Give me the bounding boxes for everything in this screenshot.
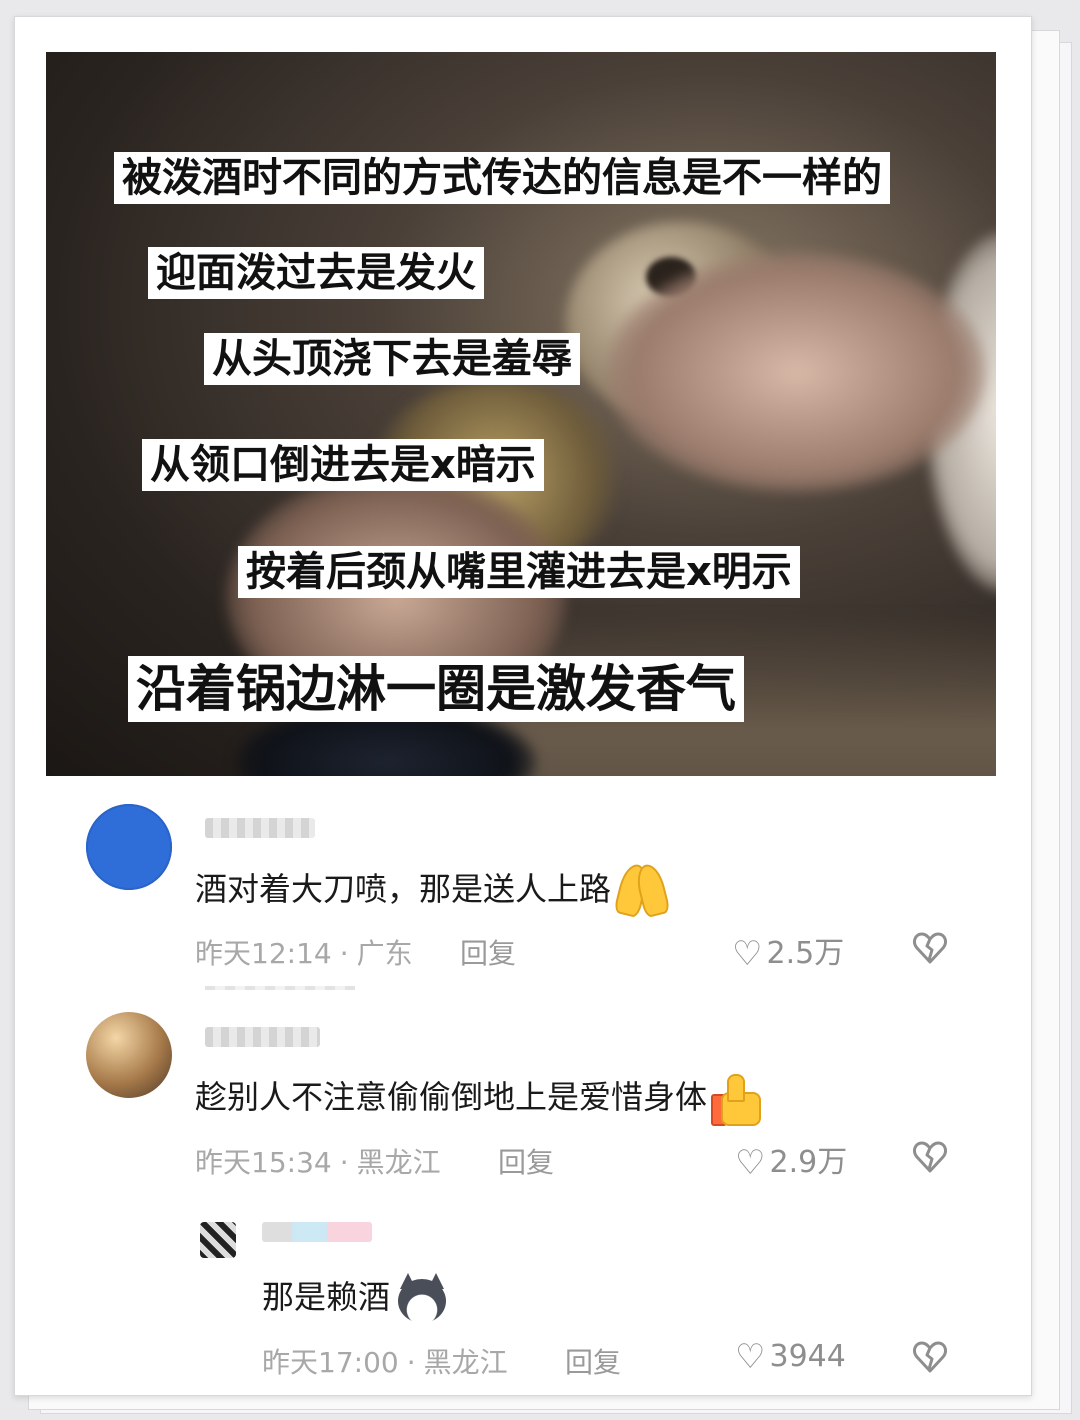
meta-separator: · — [339, 1146, 349, 1179]
divider — [205, 986, 355, 990]
comment-text: 趁别人不注意偷偷倒地上是爱惜身体 — [195, 1072, 762, 1126]
username-blurred[interactable] — [262, 1222, 372, 1242]
avatar[interactable] — [86, 1012, 172, 1098]
avatar[interactable] — [200, 1222, 236, 1258]
photo-hand — [606, 252, 986, 492]
avatar[interactable] — [86, 804, 172, 890]
like-button[interactable]: ♡ 2.5万 — [732, 928, 844, 974]
heart-icon: ♡ — [732, 934, 763, 974]
comment-meta: 昨天15:34 · 黑龙江 — [195, 1141, 441, 1181]
photo-caption: 按着后颈从嘴里灌进去是x明示 — [238, 546, 800, 598]
broken-heart-icon[interactable] — [912, 1339, 948, 1375]
pray-icon — [613, 861, 671, 919]
like-count: 3944 — [769, 1339, 846, 1374]
heart-icon: ♡ — [735, 1143, 766, 1183]
comment-time: 昨天17:00 — [262, 1346, 399, 1379]
thumbs-up-icon — [711, 1074, 762, 1126]
comment-time: 昨天15:34 — [195, 1146, 332, 1179]
username-blurred[interactable] — [205, 818, 315, 838]
comment-time: 昨天12:14 — [195, 937, 332, 970]
comment-location: 黑龙江 — [356, 1146, 441, 1179]
broken-heart-icon[interactable] — [912, 930, 948, 966]
comment-location: 广东 — [356, 937, 413, 970]
photo-caption: 从领口倒进去是x暗示 — [142, 439, 544, 491]
meta-separator: · — [339, 937, 349, 970]
comment-meta: 昨天12:14 · 广东 — [195, 932, 413, 972]
photo-caption-title: 被泼酒时不同的方式传达的信息是不一样的 — [114, 152, 890, 204]
comment-location: 黑龙江 — [423, 1346, 508, 1379]
photo-caption-punchline: 沿着锅边淋一圈是激发香气 — [128, 656, 744, 722]
comment-text: 那是赖酒 — [262, 1272, 450, 1325]
reply-button[interactable]: 回复 — [498, 1141, 554, 1181]
comment-meta: 昨天17:00 · 黑龙江 — [262, 1341, 508, 1381]
comment-text: 酒对着大刀喷，那是送人上路 — [195, 861, 671, 919]
post-photo[interactable]: 被泼酒时不同的方式传达的信息是不一样的 迎面泼过去是发火 从头顶浇下去是羞辱 从… — [46, 52, 996, 776]
photo-caption: 迎面泼过去是发火 — [148, 247, 484, 299]
broken-heart-icon[interactable] — [912, 1139, 948, 1175]
meta-separator: · — [406, 1346, 416, 1379]
reply-button[interactable]: 回复 — [460, 932, 516, 972]
like-count: 2.5万 — [766, 936, 845, 971]
like-button[interactable]: ♡ 2.9万 — [735, 1137, 847, 1183]
username-blurred[interactable] — [205, 1027, 320, 1047]
like-count: 2.9万 — [769, 1145, 848, 1180]
reply-button[interactable]: 回复 — [565, 1341, 621, 1381]
photo-caption: 从头顶浇下去是羞辱 — [204, 333, 580, 385]
husky-icon — [394, 1273, 450, 1325]
like-button[interactable]: ♡ 3944 — [735, 1337, 846, 1377]
heart-icon: ♡ — [735, 1337, 766, 1377]
